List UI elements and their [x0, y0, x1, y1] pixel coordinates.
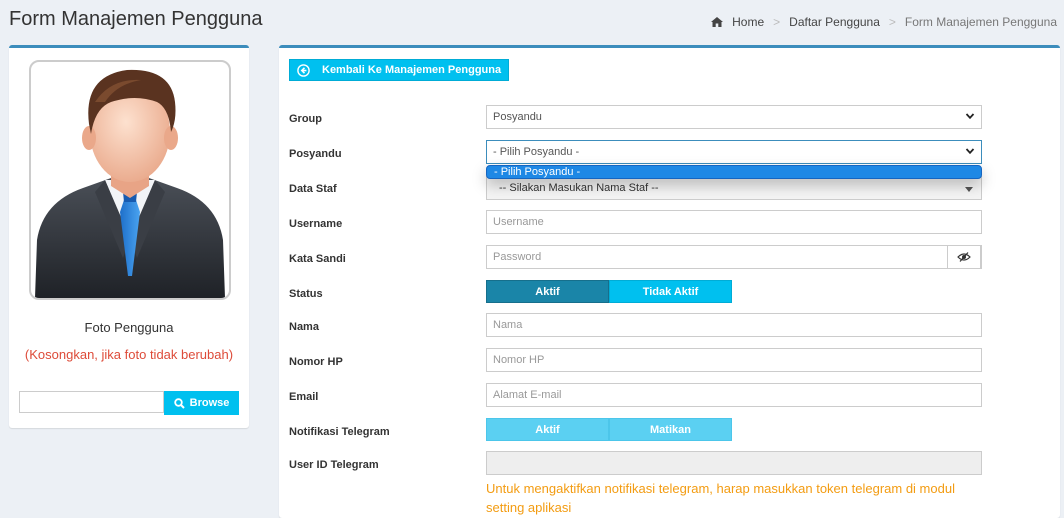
browse-label: Browse — [189, 397, 230, 409]
breadcrumb-home[interactable]: Home — [732, 15, 764, 29]
nama-input[interactable]: Nama — [486, 313, 982, 337]
breadcrumb-list[interactable]: Daftar Pengguna — [789, 15, 880, 29]
posyandu-value: - Pilih Posyandu - — [493, 146, 580, 158]
hp-input[interactable]: Nomor HP — [486, 348, 982, 372]
status-active-button[interactable]: Aktif — [486, 280, 609, 303]
group-label: Group — [289, 113, 322, 125]
chevron-down-icon — [965, 148, 975, 155]
staf-select[interactable]: -- Silakan Masukan Nama Staf -- — [486, 176, 982, 200]
password-placeholder: Password — [493, 251, 542, 263]
breadcrumb-current: Form Manajemen Pengguna — [904, 15, 1057, 29]
page-title: Form Manajemen Pengguna — [9, 8, 263, 30]
posyandu-label: Posyandu — [289, 148, 342, 160]
form-panel: Kembali Ke Manajemen Pengguna Group Posy… — [279, 45, 1060, 518]
browse-button[interactable]: Browse — [164, 391, 239, 415]
password-input[interactable]: Password — [486, 245, 982, 269]
username-label: Username — [289, 218, 343, 230]
status-label: Status — [289, 288, 323, 300]
photo-hint: (Kosongkan, jika foto tidak berubah) — [24, 347, 234, 362]
username-input[interactable]: Username — [486, 210, 982, 234]
telegram-help-text: Untuk mengaktifkan notifikasi telegram, … — [486, 481, 955, 515]
group-value: Posyandu — [493, 111, 542, 123]
telegram-id-label: User ID Telegram — [289, 459, 379, 471]
back-label: Kembali Ke Manajemen Pengguna — [322, 64, 502, 76]
toggle-password-button[interactable] — [947, 245, 981, 269]
telegram-toggle: Aktif Matikan — [486, 418, 732, 441]
staf-label: Data Staf — [289, 183, 337, 195]
posyandu-dropdown-option[interactable]: - Pilih Posyandu - — [486, 165, 982, 179]
breadcrumb-separator: > — [888, 15, 896, 29]
hp-label: Nomor HP — [289, 356, 343, 368]
search-icon — [173, 397, 185, 409]
telegram-off-button[interactable]: Matikan — [609, 418, 732, 441]
user-photo — [29, 60, 231, 300]
status-toggle: Aktif Tidak Aktif — [486, 280, 732, 303]
telegram-id-input[interactable] — [486, 451, 982, 475]
chevron-down-icon — [965, 113, 975, 120]
posyandu-option-label: - Pilih Posyandu - — [494, 166, 581, 178]
email-label: Email — [289, 391, 319, 403]
nama-placeholder: Nama — [493, 319, 523, 331]
staf-value: -- Silakan Masukan Nama Staf -- — [499, 182, 659, 194]
status-inactive-button[interactable]: Tidak Aktif — [609, 280, 732, 303]
telegram-active-button[interactable]: Aktif — [486, 418, 609, 441]
back-button[interactable]: Kembali Ke Manajemen Pengguna — [289, 59, 509, 81]
email-placeholder: Alamat E-mail — [493, 389, 562, 401]
arrow-circle-left-icon — [297, 63, 310, 77]
nama-label: Nama — [289, 321, 319, 333]
photo-file-input[interactable] — [19, 391, 164, 413]
hp-placeholder: Nomor HP — [493, 354, 545, 366]
photo-label: Foto Pengguna — [84, 320, 174, 335]
group-select[interactable]: Posyandu — [486, 105, 982, 129]
posyandu-select[interactable]: - Pilih Posyandu - — [486, 140, 982, 164]
photo-panel: Foto Pengguna (Kosongkan, jika foto tida… — [9, 45, 249, 428]
email-input[interactable]: Alamat E-mail — [486, 383, 982, 407]
caret-down-icon — [965, 187, 973, 192]
breadcrumb-separator: > — [773, 15, 781, 29]
password-label: Kata Sandi — [289, 253, 346, 265]
home-icon — [711, 17, 724, 27]
telegram-label: Notifikasi Telegram — [289, 426, 390, 438]
username-placeholder: Username — [493, 216, 544, 228]
eye-slash-icon — [957, 252, 971, 262]
breadcrumb: Home > Daftar Pengguna > Form Manajemen … — [711, 15, 1057, 29]
user-avatar-icon — [35, 69, 225, 298]
